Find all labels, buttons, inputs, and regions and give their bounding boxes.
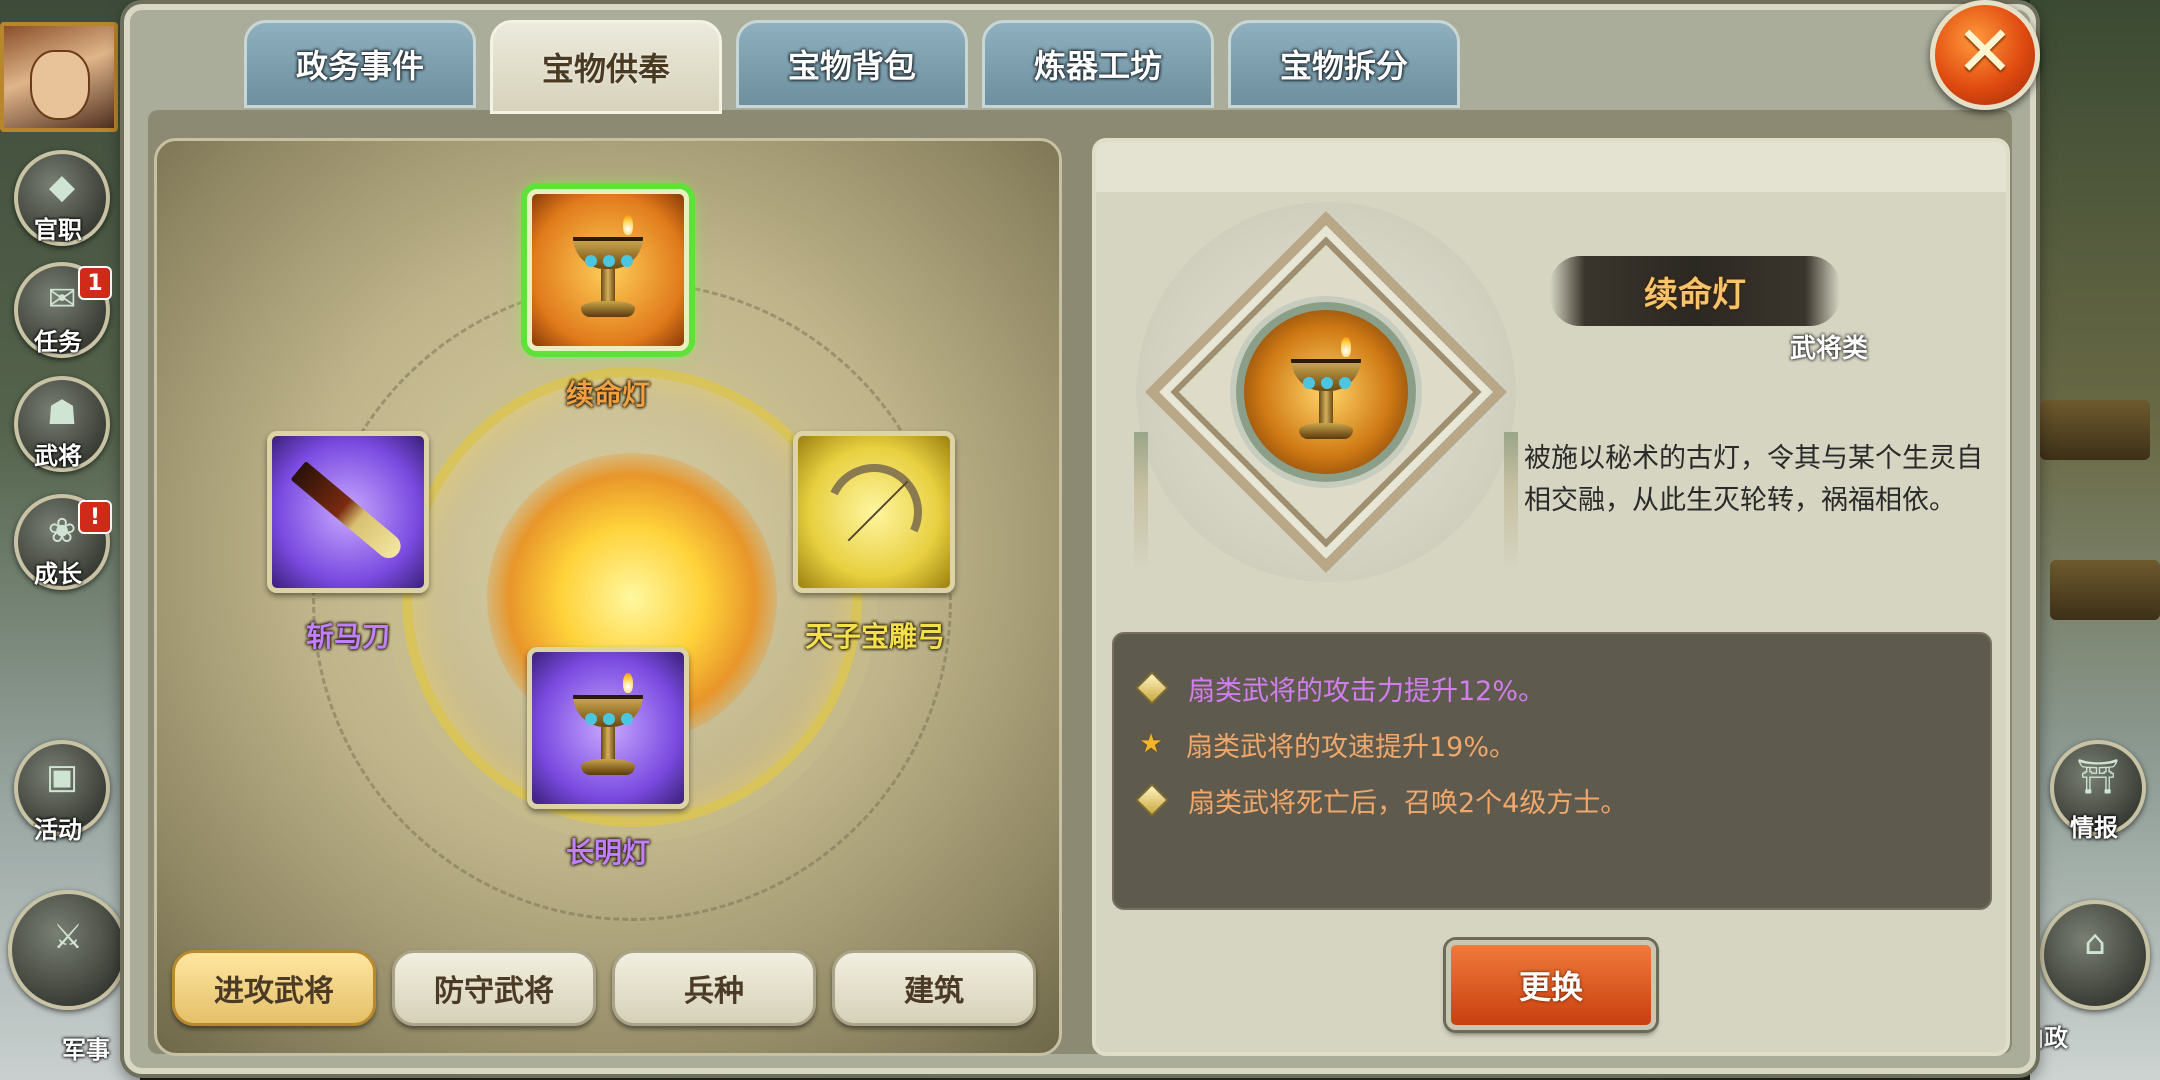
growth-icon: ❀: [47, 511, 77, 552]
treasure-title: 续命灯: [1550, 256, 1840, 326]
close-button[interactable]: ✕: [1930, 0, 2040, 110]
seal-icon: ◆: [48, 167, 76, 208]
building-roof: [2040, 400, 2150, 460]
oil-lamp-icon: [563, 673, 653, 783]
treasure-name-top: 续命灯: [565, 378, 650, 411]
effect-row: 扇类武将死亡后，召唤2个4级方士。: [1135, 772, 1968, 828]
effect-row: 扇类武将的攻击力提升12%。: [1135, 660, 1968, 716]
treasure-name-right: 天子宝雕弓: [804, 620, 945, 653]
effect-text: 扇类武将的攻击力提升12%。: [1188, 675, 1546, 707]
tab-government-events[interactable]: 政务事件: [244, 20, 476, 108]
building-roof: [2050, 560, 2160, 620]
sword-icon: ⚔: [52, 916, 84, 957]
side-button-military[interactable]: ⚔: [8, 890, 128, 1010]
bow-icon: [812, 450, 936, 574]
category-buildings[interactable]: 建筑: [832, 950, 1036, 1026]
broadsword-icon: [290, 461, 406, 563]
tasks-badge: 1: [78, 266, 112, 300]
side-label-official-rank: 官职: [34, 215, 82, 244]
gate-icon: ⛩: [2076, 757, 2120, 798]
diamond-icon: [1135, 783, 1169, 817]
tassel-right: [1504, 432, 1518, 572]
banner-icon: ▣: [45, 757, 79, 798]
oil-lamp-icon: [563, 215, 653, 325]
category-attack-generals[interactable]: 进攻武将: [172, 950, 376, 1026]
treasure-description: 被施以秘术的古灯，令其与某个生灵自相交融，从此生灭轮转，祸福相依。: [1524, 443, 1983, 516]
treasure-type: 武将类: [1790, 334, 1869, 364]
treasure-name-bottom: 长明灯: [565, 836, 650, 869]
treasure-effects-box: 扇类武将的攻击力提升12%。 ★ 扇类武将的攻速提升19%。 扇类武将死亡后，召…: [1112, 632, 1992, 910]
treasure-slot-left[interactable]: [267, 431, 429, 593]
growth-badge: !: [78, 500, 112, 534]
avatar-face: [30, 50, 90, 120]
treasure-slot-bottom[interactable]: [527, 647, 689, 809]
oil-lamp-icon: [1281, 337, 1371, 447]
side-button-domestic[interactable]: ⌂: [2040, 900, 2150, 1010]
category-defense-generals[interactable]: 防守武将: [392, 950, 596, 1026]
side-label-military: 军事: [62, 1035, 110, 1064]
effect-text: 扇类武将死亡后，召唤2个4级方士。: [1188, 787, 1628, 819]
treasure-emblem: [1134, 202, 1518, 582]
treasure-name-left: 斩马刀: [305, 620, 390, 653]
diamond-icon: [1135, 671, 1169, 705]
treasure-portrait: [1236, 302, 1416, 482]
tab-forge-workshop[interactable]: 炼器工坊: [982, 20, 1214, 108]
side-label-tasks: 任务: [34, 327, 82, 356]
star-icon: ★: [1139, 729, 1163, 759]
treasure-slot-right[interactable]: [793, 431, 955, 593]
tab-treasure-split[interactable]: 宝物拆分: [1228, 20, 1460, 108]
effect-row: ★ 扇类武将的攻速提升19%。: [1136, 716, 1968, 772]
detail-panel-header: [1096, 142, 2006, 192]
tab-treasure-bag[interactable]: 宝物背包: [736, 20, 968, 108]
close-icon: ✕: [1955, 10, 2015, 93]
helmet-icon: ☗: [46, 393, 78, 434]
player-avatar[interactable]: [0, 22, 118, 132]
building-icon: ⌂: [2084, 922, 2106, 963]
treasure-slot-top[interactable]: [527, 189, 689, 351]
side-label-growth: 成长: [34, 559, 82, 588]
tassel-left: [1134, 432, 1148, 572]
tab-treasure-offering[interactable]: 宝物供奉: [490, 20, 722, 114]
side-label-generals: 武将: [34, 441, 82, 470]
side-label-events: 活动: [34, 815, 82, 844]
offering-altar-panel: 续命灯 斩马刀 天子宝雕弓 长明灯: [154, 138, 1062, 1056]
swap-button[interactable]: 更换: [1446, 940, 1656, 1030]
side-label-intel: 情报: [2070, 813, 2118, 842]
effect-text: 扇类武将的攻速提升19%。: [1186, 731, 1517, 763]
category-troops[interactable]: 兵种: [612, 950, 816, 1026]
scroll-icon: ✉: [47, 279, 77, 320]
